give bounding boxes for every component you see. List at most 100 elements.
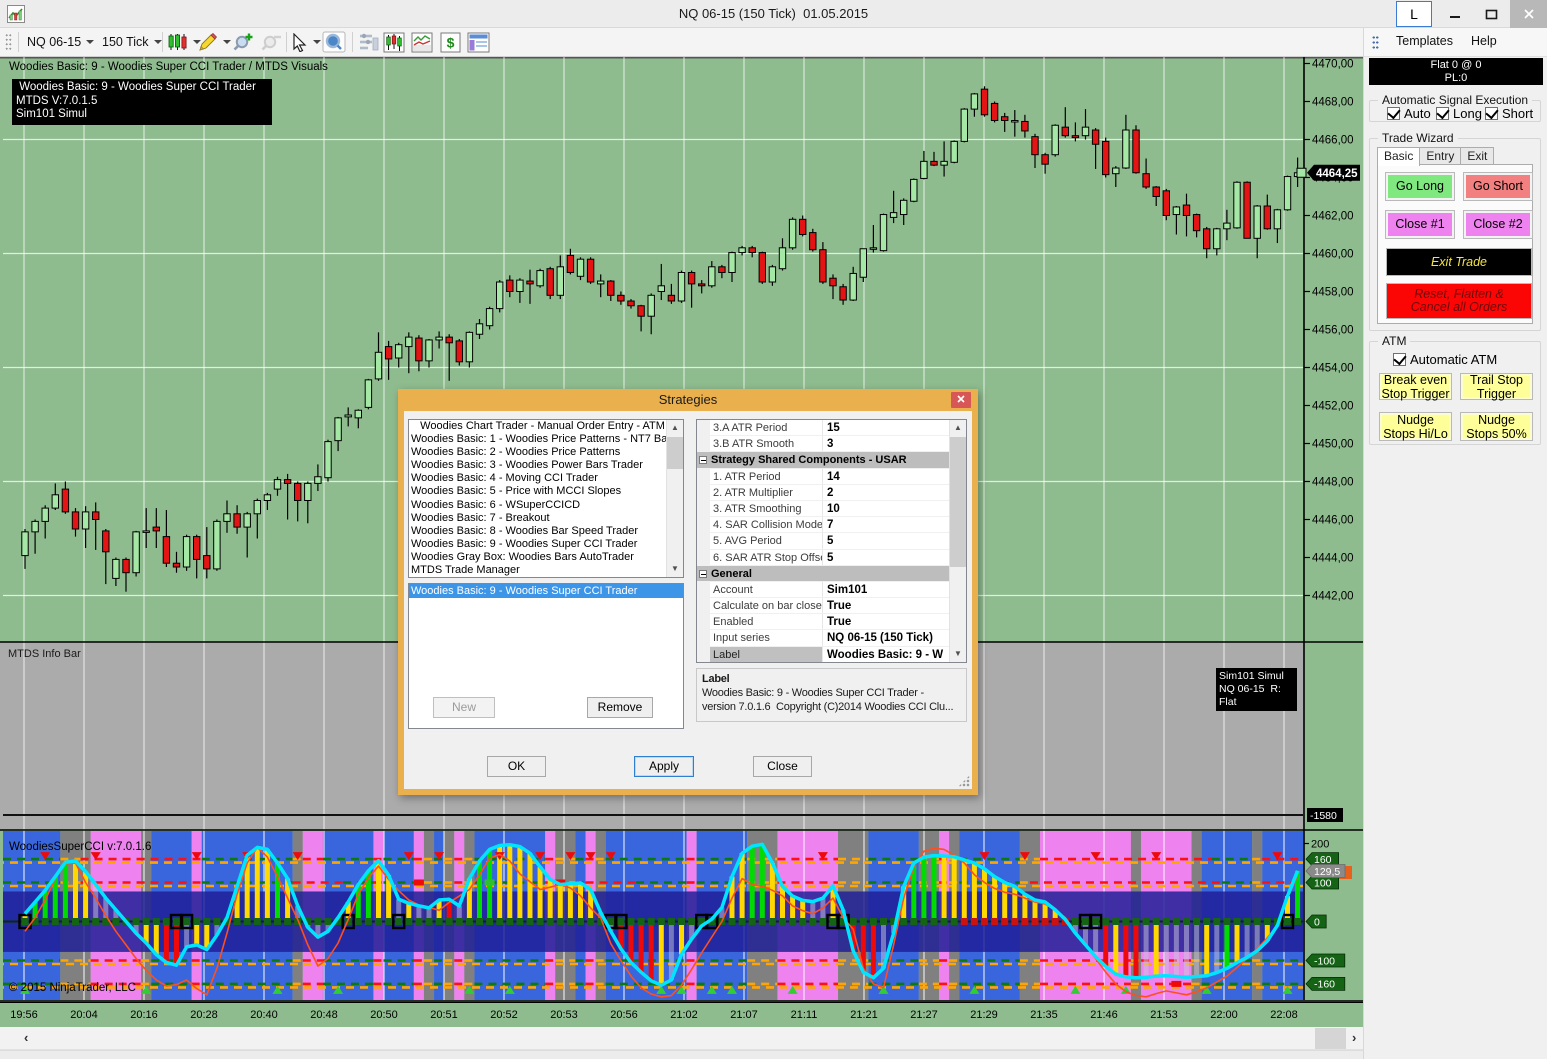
scroll-up-icon[interactable]: ▲ <box>950 420 966 436</box>
close-1-button[interactable]: Close #1 <box>1385 210 1455 239</box>
property-grid[interactable]: 3.A ATR Period153.B ATR Smooth3Strategy … <box>696 419 967 663</box>
property-group-row[interactable]: Strategy Shared Components - USAR <box>697 452 966 468</box>
instrument-selector[interactable]: NQ 06-15 <box>27 28 94 56</box>
strategy-list-item[interactable]: Woodies Gray Box: Woodies Bars AutoTrade… <box>409 551 683 564</box>
strategy-list-item[interactable]: Woodies Basic: 2 - Woodies Price Pattern… <box>409 446 683 459</box>
go-long-button[interactable]: Go Long <box>1385 172 1455 201</box>
strategy-list-item[interactable]: Woodies Basic: 3 - Woodies Power Bars Tr… <box>409 459 683 472</box>
candle-up <box>941 161 947 165</box>
property-row[interactable]: Input seriesNQ 06-15 (150 Tick) <box>697 630 966 646</box>
property-row[interactable]: 6. SAR ATR Stop Offse5 <box>697 550 966 566</box>
nudge-hilo-button[interactable]: NudgeStops Hi/Lo <box>1379 412 1452 441</box>
scroll-up-icon[interactable]: ▲ <box>667 420 683 436</box>
tab-exit[interactable]: Exit <box>1460 147 1494 165</box>
scroll-down-icon[interactable]: ▼ <box>950 646 966 662</box>
minimize-button[interactable] <box>1437 0 1473 28</box>
dollar-icon[interactable]: $ <box>440 28 461 56</box>
strategy-list-item[interactable]: Woodies Basic: 6 - WSuperCCICD <box>409 499 683 512</box>
candles-style-icon[interactable] <box>168 28 201 56</box>
property-row[interactable]: EnabledTrue <box>697 614 966 630</box>
collapse-icon[interactable] <box>699 456 707 464</box>
scroll-down-icon[interactable]: ▼ <box>667 561 683 577</box>
property-row[interactable]: 5. AVG Period5 <box>697 533 966 549</box>
dialog-resize-grip[interactable] <box>958 775 970 787</box>
close-button[interactable] <box>1510 0 1547 28</box>
menu-help[interactable]: Help <box>1471 34 1497 48</box>
selected-strategy-row[interactable]: Woodies Basic: 9 - Woodies Super CCI Tra… <box>409 584 683 598</box>
menu-grip[interactable] <box>1372 35 1379 50</box>
automatic-atm-checkbox[interactable]: Automatic ATM <box>1393 352 1497 367</box>
panel-grid-icon[interactable] <box>467 28 490 56</box>
new-button[interactable]: New <box>433 697 495 718</box>
break-even-button[interactable]: Break evenStop Trigger <box>1379 373 1452 400</box>
scrollbar-thumb[interactable] <box>667 437 683 469</box>
tab-entry[interactable]: Entry <box>1419 147 1461 165</box>
strategy-list-item[interactable]: Woodies Chart Trader - Manual Order Entr… <box>409 420 683 433</box>
short-checkbox[interactable]: Short <box>1485 106 1533 121</box>
go-short-button[interactable]: Go Short <box>1463 172 1533 201</box>
zoom-in-icon[interactable] <box>232 28 254 56</box>
dialog-close-button[interactable] <box>951 392 971 408</box>
property-row[interactable]: 3.B ATR Smooth3 <box>697 436 966 452</box>
tab-basic[interactable]: Basic <box>1377 147 1420 166</box>
period-selector[interactable]: 150 Tick <box>102 28 162 56</box>
chart-line-icon[interactable] <box>411 28 433 56</box>
long-checkbox[interactable]: Long <box>1436 106 1482 121</box>
strategy-list-item[interactable]: Woodies Basic: 7 - Breakout <box>409 512 683 525</box>
scroll-right-icon[interactable]: › <box>1352 1030 1356 1045</box>
chart-candles-icon[interactable] <box>383 28 405 56</box>
collapse-icon[interactable] <box>699 570 707 578</box>
strategy-list-item[interactable]: Woodies Basic: 5 - Price with MCCI Slope… <box>409 485 683 498</box>
property-row[interactable]: 1. ATR Period14 <box>697 469 966 485</box>
property-grid-scrollbar[interactable]: ▲▼ <box>949 420 966 662</box>
cci-zero-dot <box>516 918 523 925</box>
strategy-list-item[interactable]: MTDS Trade Manager <box>409 564 683 577</box>
property-row[interactable]: AccountSim101 <box>697 582 966 598</box>
crosshair-icon[interactable] <box>322 28 346 56</box>
property-row[interactable]: 4. SAR Collision Mode7 <box>697 517 966 533</box>
maximize-button[interactable] <box>1473 0 1510 28</box>
apply-button[interactable]: Apply <box>634 756 694 777</box>
cci-zero-dot <box>22 918 29 925</box>
data-series-icon[interactable] <box>358 28 380 56</box>
menu-templates[interactable]: Templates <box>1396 34 1453 48</box>
strategy-list[interactable]: Woodies Chart Trader - Manual Order Entr… <box>408 419 684 578</box>
horizontal-scrollbar[interactable]: ‹ › <box>0 1027 1363 1050</box>
time-axis-label: 21:21 <box>850 1009 878 1021</box>
cci-hist-bar <box>558 884 563 921</box>
nudge-50-button[interactable]: NudgeStops 50% <box>1460 412 1533 441</box>
strategy-list-item[interactable]: Woodies Basic: 4 - Moving CCI Trader <box>409 472 683 485</box>
remove-button[interactable]: Remove <box>587 697 653 718</box>
scrollbar-thumb[interactable] <box>950 437 966 567</box>
property-row[interactable]: 3. ATR Smoothing10 <box>697 501 966 517</box>
exit-trade-button[interactable]: Exit Trade <box>1386 248 1532 276</box>
strategy-list-item[interactable]: Woodies Basic: 9 - Woodies Super CCI Tra… <box>409 538 683 551</box>
auto-checkbox[interactable]: Auto <box>1387 106 1431 121</box>
link-button[interactable]: L <box>1396 1 1432 27</box>
time-axis-label: 20:40 <box>250 1009 278 1021</box>
property-row[interactable]: 3.A ATR Period15 <box>697 420 966 436</box>
close-2-button[interactable]: Close #2 <box>1463 210 1533 239</box>
property-row[interactable]: 2. ATR Multiplier2 <box>697 485 966 501</box>
scrollbar-thumb[interactable] <box>1315 1028 1346 1049</box>
property-group-row[interactable]: General <box>697 566 966 582</box>
candle-up <box>729 253 735 273</box>
property-row[interactable]: Label Woodies Basic: 9 - W <box>697 647 966 663</box>
pencil-icon[interactable] <box>198 28 231 56</box>
cursor-icon[interactable] <box>291 28 321 56</box>
strategy-list-scrollbar[interactable]: ▲ ▼ <box>666 420 683 577</box>
strategies-dialog[interactable]: Strategies Woodies Chart Trader - Manual… <box>398 389 978 795</box>
cci-zero-dot <box>769 918 776 925</box>
property-row[interactable]: Calculate on bar closeTrue <box>697 598 966 614</box>
close-dialog-button[interactable]: Close <box>753 756 812 777</box>
reset-flatten-button[interactable]: Reset, Flatten & Cancel all Orders <box>1386 283 1532 319</box>
trail-stop-button[interactable]: Trail StopTrigger <box>1460 373 1533 400</box>
toolbar-grip[interactable] <box>5 33 12 51</box>
trade-wizard-tabs: BasicEntryExit <box>1377 147 1493 165</box>
zoom-out-icon[interactable] <box>260 28 282 56</box>
candle-down <box>284 480 290 484</box>
strategy-list-item[interactable]: Woodies Basic: 1 - Woodies Price Pattern… <box>409 433 683 446</box>
scroll-left-icon[interactable]: ‹ <box>24 1030 28 1045</box>
strategy-list-item[interactable]: Woodies Basic: 8 - Woodies Bar Speed Tra… <box>409 525 683 538</box>
ok-button[interactable]: OK <box>487 756 546 777</box>
